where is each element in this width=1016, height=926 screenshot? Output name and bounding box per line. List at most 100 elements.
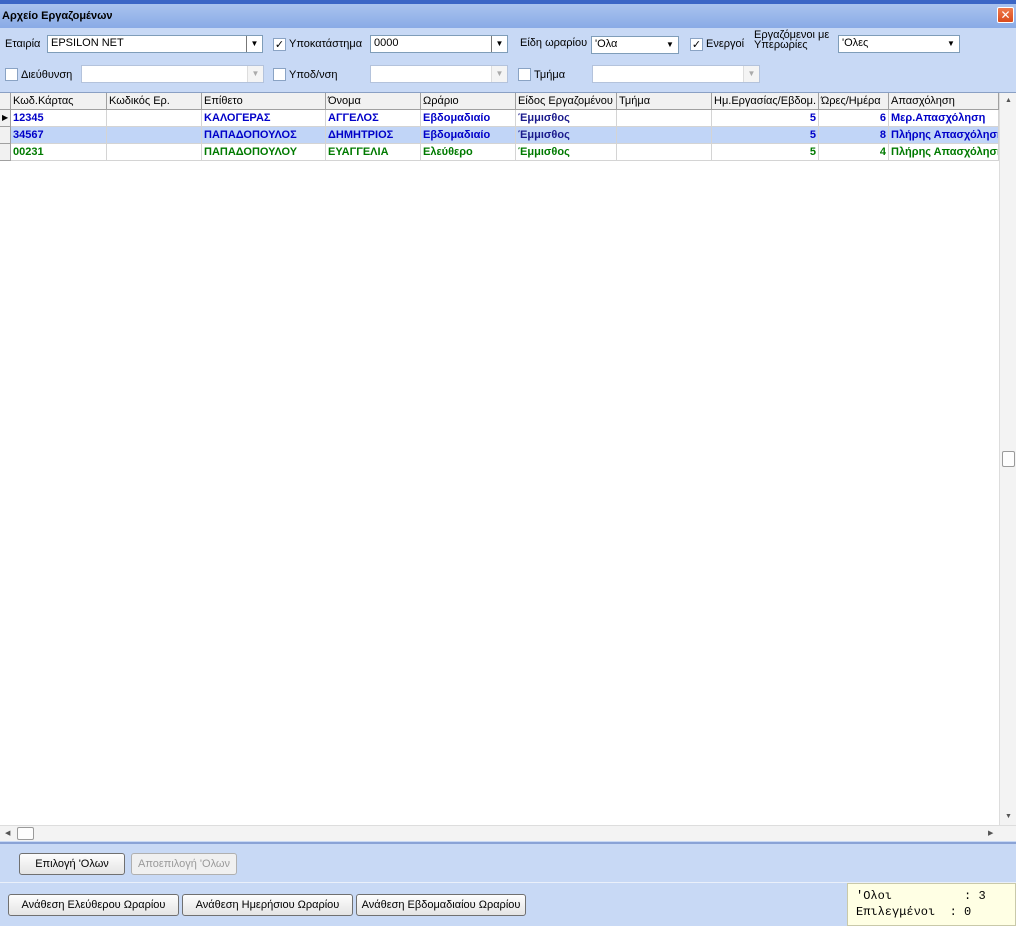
scroll-right-icon[interactable]: ▶ [988, 829, 993, 837]
column-header[interactable]: Απασχόληση [889, 93, 999, 110]
table-cell[interactable]: ΠΑΠΑΔΟΠΟΥΛΟΥ [202, 144, 326, 161]
header-indicator [0, 93, 11, 110]
table-cell[interactable]: 8 [819, 127, 889, 144]
table-row[interactable]: 00231 ΠΑΠΑΔΟΠΟΥΛΟΥ ΕΥΑΓΓΕΛΙΑ Ελεύθερο Έμμισθ… [0, 144, 999, 161]
status-panel: 'Ολοι : 3 Επιλεγμένοι : 0 [847, 883, 1016, 926]
table-cell[interactable]: Πλήρης Απασχόληση [889, 144, 999, 161]
column-header[interactable]: Όνομα [326, 93, 421, 110]
chevron-down-icon[interactable]: ▼ [491, 36, 507, 52]
active-checkbox[interactable]: ✓ [690, 38, 703, 51]
column-header[interactable]: Ωράριο [421, 93, 516, 110]
scroll-down-icon[interactable]: ▼ [1005, 813, 1012, 820]
company-label: Εταιρία [5, 38, 41, 50]
table-row[interactable]: ▶ 12345 ΚΑΛΟΓΕΡΑΣ ΑΓΓΕΛΟΣ Εβδομαδιαίο Έμμισθο… [0, 110, 999, 127]
assign-weekly-schedule-button[interactable]: Ανάθεση Εβδομαδιαίου Ωραρίου [356, 894, 526, 916]
table-cell[interactable]: ΑΓΓΕΛΟΣ [326, 110, 421, 127]
department-select[interactable]: ▼ [592, 65, 760, 83]
chevron-down-icon[interactable]: ▼ [743, 66, 759, 82]
table-cell[interactable]: 4 [819, 144, 889, 161]
table-cell[interactable]: Έμμισθος [516, 127, 617, 144]
table-cell[interactable]: Εβδομαδιαίο [421, 110, 516, 127]
table-cell[interactable]: Έμμισθος [516, 144, 617, 161]
chevron-down-icon[interactable]: ▼ [943, 36, 959, 52]
subdirection-label: Υποδ/νση [289, 69, 338, 81]
column-header[interactable]: Ώρες/Ημέρα [819, 93, 889, 110]
assign-daily-schedule-button[interactable]: Ανάθεση Ημερήσιου Ωραρίου [182, 894, 353, 916]
table-cell[interactable]: 5 [712, 144, 819, 161]
select-all-button[interactable]: Επιλογή 'Ολων [19, 853, 125, 875]
column-header[interactable]: Κωδικός Ερ. [107, 93, 202, 110]
overtime-label: Εργαζόμενοι με Υπερωρίες [754, 29, 830, 51]
subdirection-checkbox[interactable] [273, 68, 286, 81]
direction-select[interactable]: ▼ [81, 65, 264, 83]
status-selected-value: 0 [964, 905, 972, 919]
chevron-down-icon[interactable]: ▼ [491, 66, 507, 82]
title-bar: Αρχείο Εργαζομένων ✕ [0, 0, 1016, 28]
row-indicator[interactable] [0, 144, 11, 161]
branch-select[interactable]: 0000 ▼ [370, 35, 508, 53]
table-cell[interactable]: Ελεύθερο [421, 144, 516, 161]
deselect-all-button[interactable]: Αποεπιλογή 'Ολων [131, 853, 237, 875]
direction-label: Διεύθυνση [21, 69, 73, 81]
vertical-scrollbar[interactable]: ▲ ▼ [999, 93, 1016, 825]
vertical-scroll-thumb[interactable] [1002, 451, 1015, 467]
column-header[interactable]: Κωδ.Κάρτας [11, 93, 107, 110]
table-cell[interactable] [617, 110, 712, 127]
table-cell[interactable]: 00231 [11, 144, 107, 161]
grid-header: Κωδ.Κάρτας Κωδικός Ερ. Επίθετο Όνομα Ωράριο Ε… [0, 93, 999, 110]
table-cell[interactable]: ΠΑΠΑΔΟΠΟΥΛΟΣ [202, 127, 326, 144]
table-cell[interactable]: Πλήρης Απασχόληση [889, 127, 999, 144]
table-cell[interactable]: ΚΑΛΟΓΕΡΑΣ [202, 110, 326, 127]
horizontal-scroll-thumb[interactable] [17, 827, 34, 840]
table-cell[interactable]: Έμμισθος [516, 110, 617, 127]
table-cell[interactable]: 5 [712, 110, 819, 127]
check-icon: ✓ [691, 38, 702, 51]
column-header[interactable]: Επίθετο [202, 93, 326, 110]
horizontal-scrollbar[interactable]: ◀ ▶ [0, 825, 1016, 841]
table-cell[interactable]: 6 [819, 110, 889, 127]
table-cell[interactable]: Εβδομαδιαίο [421, 127, 516, 144]
table-cell[interactable] [107, 110, 202, 127]
window-title: Αρχείο Εργαζομένων [2, 10, 113, 22]
row-indicator[interactable] [0, 127, 11, 144]
branch-label: Υποκατάστημα [289, 38, 363, 50]
company-select[interactable]: EPSILON NET ▼ [47, 35, 263, 53]
row-indicator[interactable]: ▶ [0, 110, 11, 127]
table-cell[interactable]: ΔΗΜΗΤΡΙΟΣ [326, 127, 421, 144]
close-icon[interactable]: ✕ [997, 7, 1014, 23]
table-cell[interactable]: Μερ.Απασχόληση [889, 110, 999, 127]
status-all-label: 'Ολοι [856, 889, 893, 903]
table-row[interactable]: 34567 ΠΑΠΑΔΟΠΟΥΛΟΣ ΔΗΜΗΤΡΙΟΣ Εβδομαδιαίο Έμμ… [0, 127, 999, 144]
column-header[interactable]: Είδος Εργαζομένου [516, 93, 617, 110]
column-header[interactable]: Ημ.Εργασίας/Εβδομ. [712, 93, 819, 110]
assign-free-schedule-button[interactable]: Ανάθεση Ελεύθερου Ωραρίου [8, 894, 179, 916]
department-label: Τμήμα [534, 69, 566, 81]
status-all-value: 3 [978, 889, 986, 903]
employees-grid: Κωδ.Κάρτας Κωδικός Ερ. Επίθετο Όνομα Ωράριο Ε… [0, 92, 1016, 841]
active-label: Ενεργοί [706, 38, 745, 50]
branch-value: 0000 [374, 37, 399, 49]
row-pointer-icon: ▶ [2, 113, 9, 122]
table-cell[interactable] [617, 144, 712, 161]
branch-checkbox[interactable]: ✓ [273, 38, 286, 51]
scroll-left-icon[interactable]: ◀ [5, 829, 10, 837]
table-cell[interactable] [107, 144, 202, 161]
chevron-down-icon[interactable]: ▼ [662, 37, 678, 53]
overtime-select[interactable]: 'Ολες ▼ [838, 35, 960, 53]
chevron-down-icon[interactable]: ▼ [247, 66, 263, 82]
subdirection-select[interactable]: ▼ [370, 65, 508, 83]
department-checkbox[interactable] [518, 68, 531, 81]
scroll-up-icon[interactable]: ▲ [1005, 97, 1012, 104]
status-selected-label: Επιλεγμένοι [856, 905, 936, 919]
table-cell[interactable] [617, 127, 712, 144]
column-header[interactable]: Τμήμα [617, 93, 712, 110]
table-cell[interactable]: ΕΥΑΓΓΕΛΙΑ [326, 144, 421, 161]
table-cell[interactable]: 5 [712, 127, 819, 144]
table-cell[interactable] [107, 127, 202, 144]
table-cell[interactable]: 34567 [11, 127, 107, 144]
schedule-types-value: 'Ολα [595, 38, 618, 50]
schedule-types-select[interactable]: 'Ολα ▼ [591, 36, 679, 54]
chevron-down-icon[interactable]: ▼ [246, 36, 262, 52]
table-cell[interactable]: 12345 [11, 110, 107, 127]
direction-checkbox[interactable] [5, 68, 18, 81]
